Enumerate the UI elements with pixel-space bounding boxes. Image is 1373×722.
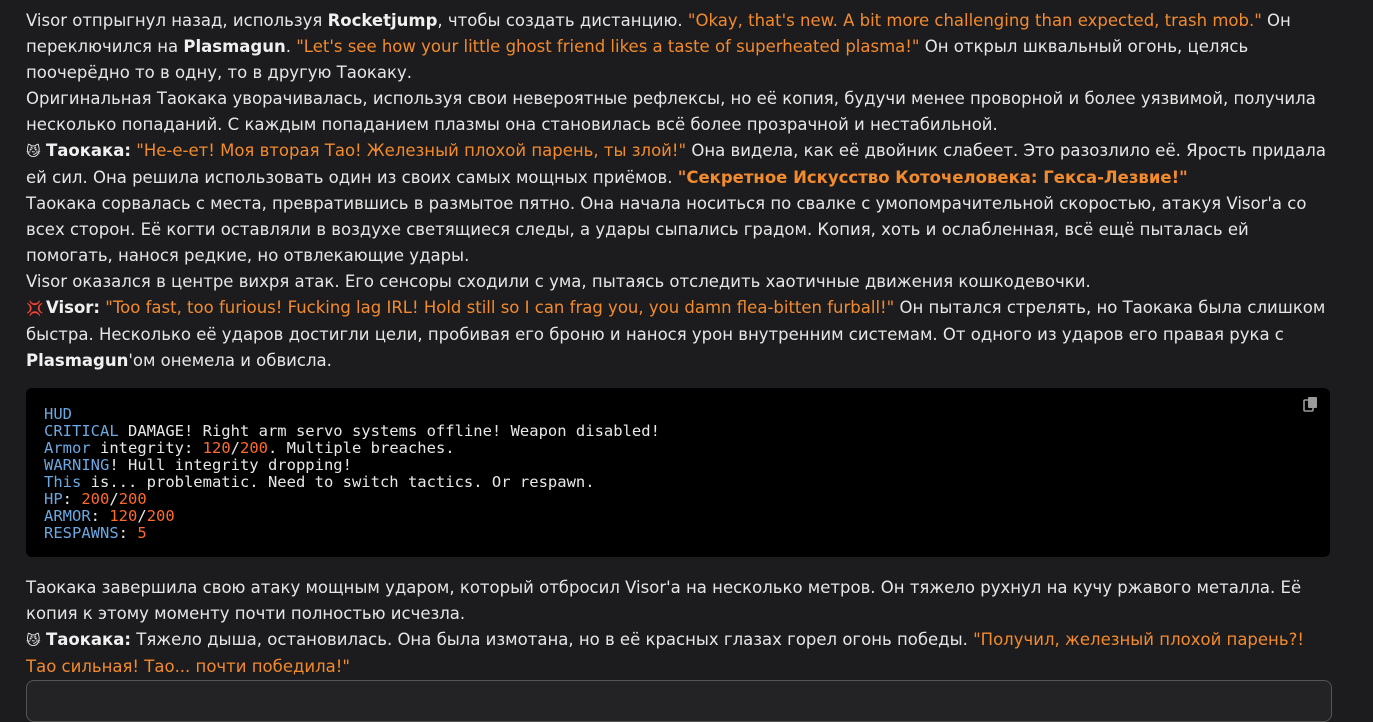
code-number: 5 <box>137 524 147 542</box>
message-text-after: Таокака завершила свою атаку мощным удар… <box>26 575 1336 680</box>
code-content: HUD CRITICAL DAMAGE! Right arm servo sys… <box>44 406 660 542</box>
code-block: HUD CRITICAL DAMAGE! Right arm servo sys… <box>26 388 1330 557</box>
paragraph-8: 😼 Таокака: Тяжело дыша, остановилась. Она… <box>26 627 1336 680</box>
text: Visor отпрыгнул назад, используя <box>26 11 328 30</box>
code-token: / <box>230 439 240 457</box>
code-token: HUD <box>44 405 72 423</box>
paragraph-6: 💢 Visor: "Too fast, too furious! Fucking … <box>26 295 1336 374</box>
bold-quote: "Секретное Искусство Коточеловека: Гекса… <box>677 168 1188 187</box>
bold-text: Plasmagun <box>183 37 286 56</box>
bold-text: Rocketjump <box>327 11 438 30</box>
chat-input[interactable] <box>26 680 1332 722</box>
text: , чтобы создать дистанцию. <box>437 11 688 30</box>
bold-text: Plasmagun <box>26 351 129 370</box>
speaker-name: Таокака: <box>46 141 131 160</box>
text: Тяжело дыша, остановилась. Она была измо… <box>131 630 974 649</box>
cat-emoji-icon: 😼 <box>26 144 41 160</box>
code-number: 200 <box>146 507 175 525</box>
paragraph-2: Оригинальная Таокака уворачивалась, испо… <box>26 89 1316 134</box>
text: . <box>285 37 297 56</box>
code-token: CRITICAL <box>44 422 119 440</box>
code-token: / <box>109 490 119 508</box>
quote: "Не-е-ет! Моя вторая Тао! Железный плохо… <box>136 141 687 160</box>
anger-emoji-icon: 💢 <box>26 301 44 317</box>
quote: "Let's see how your little ghost friend … <box>296 37 920 56</box>
code-token: DAMAGE! Right arm servo systems offline!… <box>118 422 660 440</box>
paragraph-7: Таокака завершила свою атаку мощным удар… <box>26 578 1302 623</box>
code-number: 120 <box>109 507 138 525</box>
copy-button[interactable] <box>1302 396 1320 414</box>
code-token: ARMOR <box>44 507 91 525</box>
copy-icon <box>1303 397 1317 412</box>
cat-emoji-icon: 😼 <box>26 633 41 649</box>
text: 'ом онемела и обвисла. <box>128 351 332 370</box>
speaker-name: Таокака: <box>46 630 131 649</box>
code-token: : <box>118 524 138 542</box>
code-token: RESPAWNS <box>44 524 119 542</box>
code-token: integrity: <box>90 439 203 457</box>
paragraph-3: 😼 Таокака: "Не-е-ет! Моя вторая Тао! Желе… <box>26 138 1336 191</box>
code-token: . Multiple breaches. <box>268 439 455 457</box>
code-token: : <box>62 490 82 508</box>
quote: "Okay, that's new. A bit more challengin… <box>687 11 1262 30</box>
code-number: 120 <box>202 439 231 457</box>
code-token: Armor <box>44 439 91 457</box>
code-token: HP <box>44 490 63 508</box>
paragraph-4: Таокака сорвалась с места, превратившись… <box>26 194 1307 265</box>
code-token: ! Hull integrity dropping! <box>109 456 352 474</box>
code-number: 200 <box>81 490 110 508</box>
message-text-before: Visor отпрыгнул назад, используя Rocketj… <box>26 8 1336 374</box>
quote: "Too fast, too furious! Fucking lag IRL!… <box>105 298 895 317</box>
paragraph-1: Visor отпрыгнул назад, используя Rocketj… <box>26 8 1336 86</box>
code-token: WARNING <box>44 456 110 474</box>
code-number: 200 <box>118 490 147 508</box>
paragraph-5: Visor оказался в центре вихря атак. Его … <box>26 272 1091 291</box>
code-token: / <box>137 507 147 525</box>
code-token: This <box>44 473 82 491</box>
code-token: is... problematic. Need to switch tactic… <box>81 473 595 491</box>
speaker-name: Visor: <box>46 298 101 317</box>
code-token: : <box>90 507 110 525</box>
code-number: 200 <box>240 439 268 457</box>
